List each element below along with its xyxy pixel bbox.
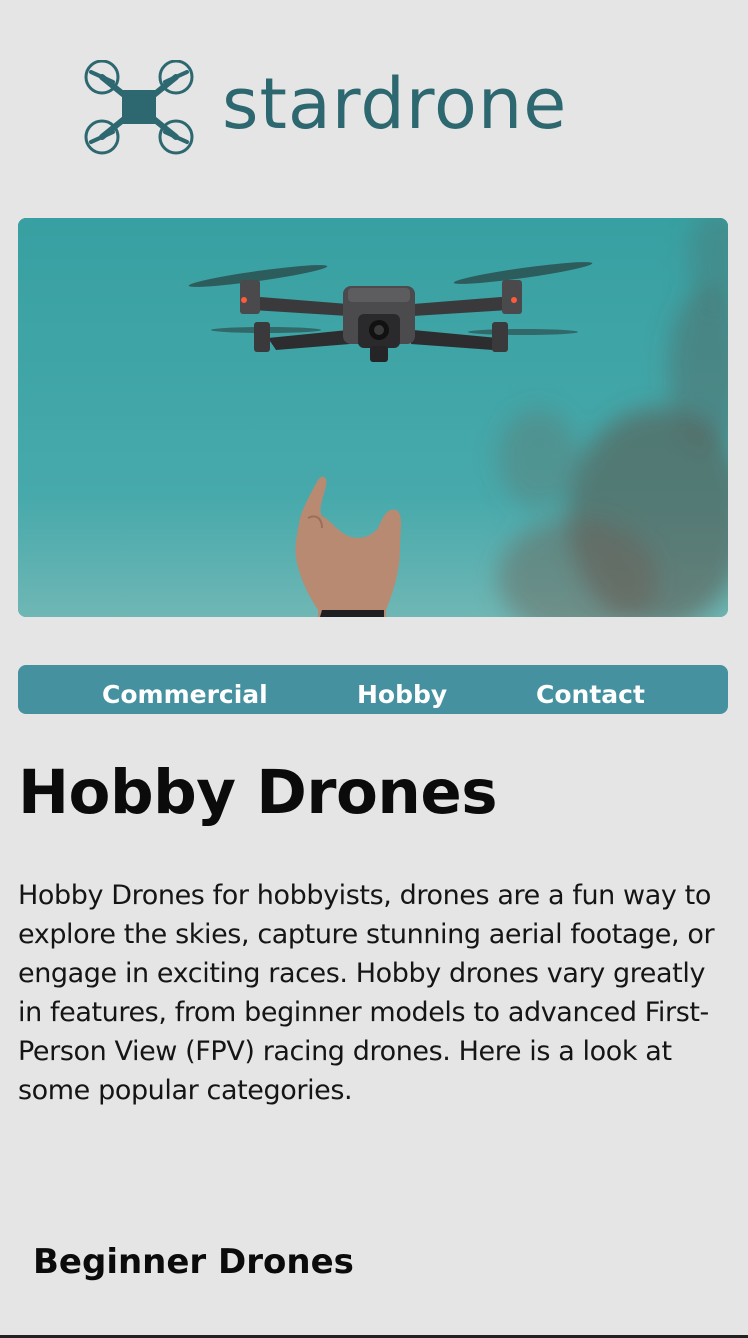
nav-item-hobby[interactable]: Hobby: [357, 665, 447, 714]
main-nav: Commercial Hobby Contact: [18, 665, 728, 714]
drone-photo: [18, 218, 728, 617]
intro-paragraph: Hobby Drones for hobbyists, drones are a…: [18, 880, 715, 1106]
quadcopter-icon: [84, 60, 194, 155]
section-heading: Beginner Drones: [33, 1242, 354, 1282]
nav-item-commercial[interactable]: Commercial: [102, 665, 268, 714]
hero-image: [18, 218, 728, 617]
logo-wordmark: stardrone: [222, 63, 568, 145]
page-title: Hobby Drones: [18, 757, 498, 828]
nav-item-contact[interactable]: Contact: [536, 665, 645, 714]
site-logo[interactable]: stardrone: [82, 58, 642, 158]
